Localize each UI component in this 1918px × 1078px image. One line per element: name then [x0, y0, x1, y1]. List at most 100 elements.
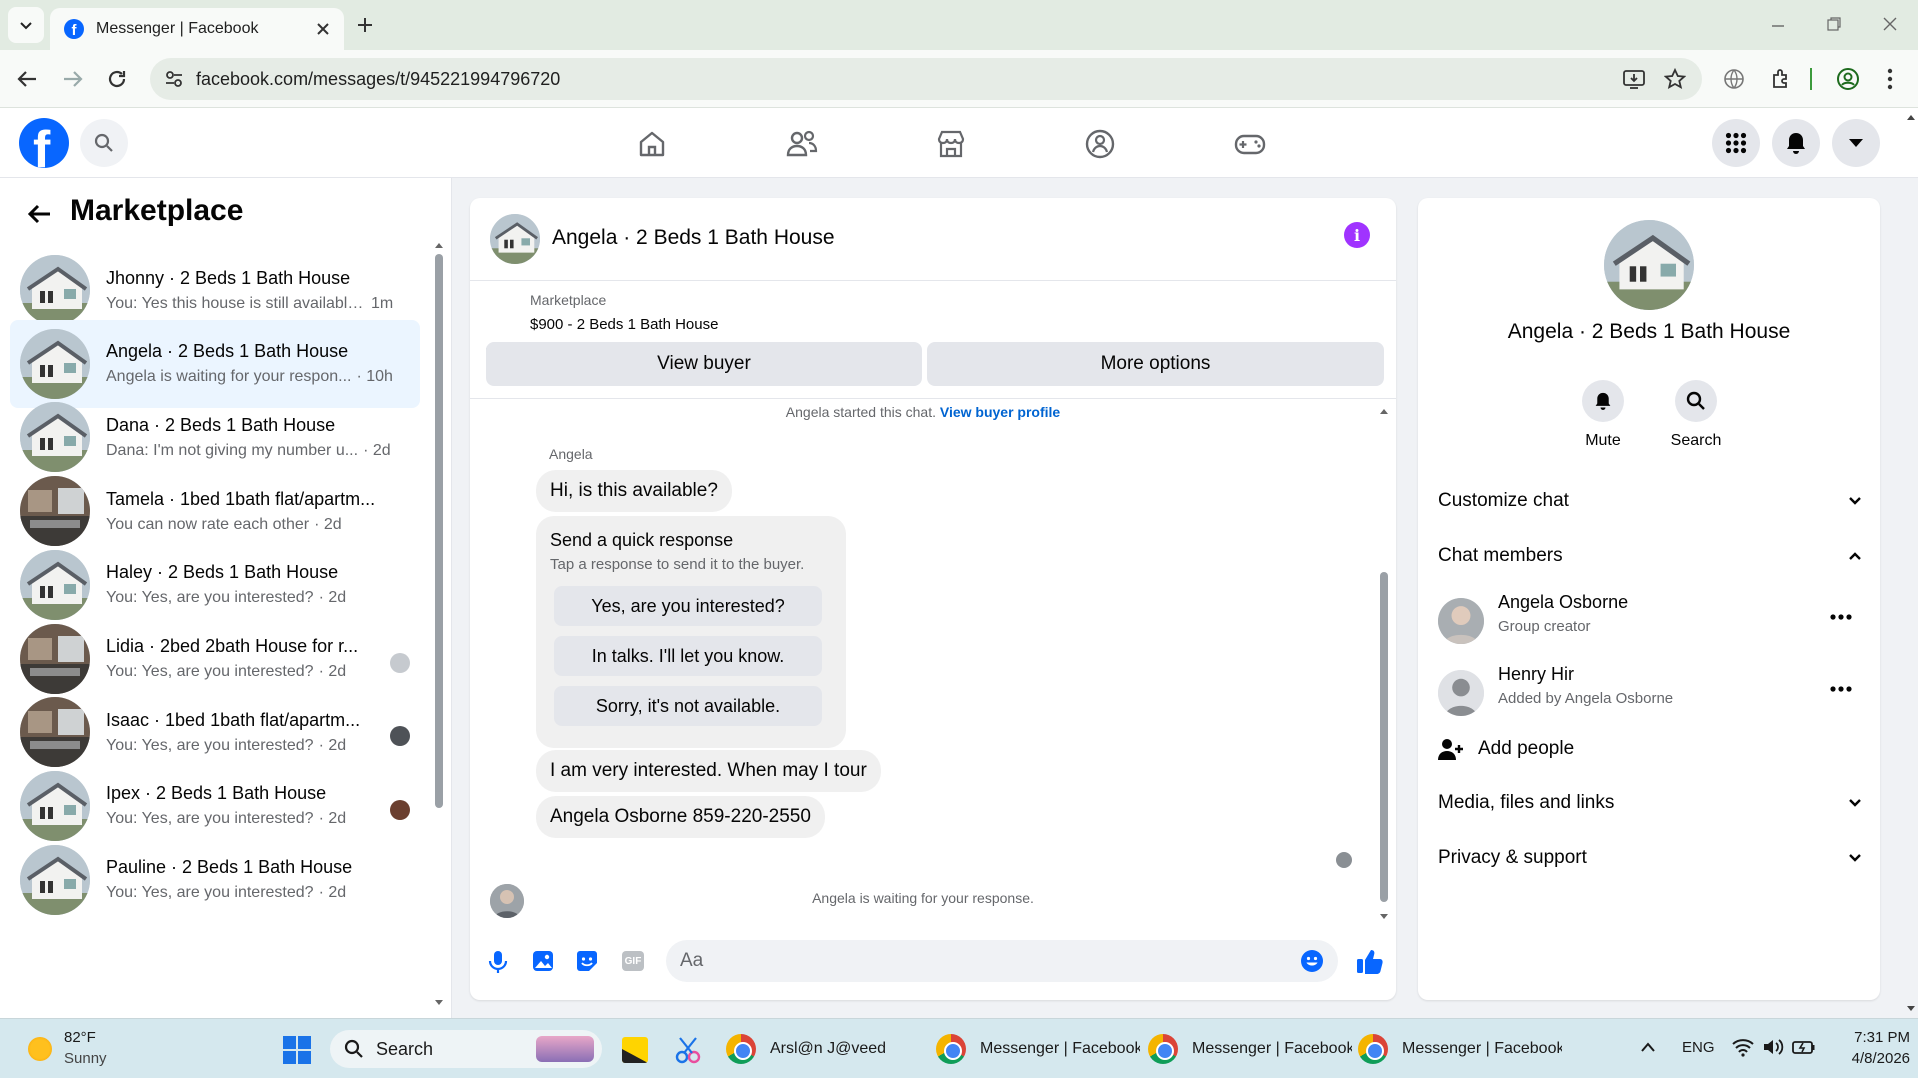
sun-weather-icon[interactable] [28, 1037, 52, 1061]
account-button[interactable] [1832, 119, 1880, 167]
listing-photo-icon [20, 402, 90, 473]
conversation-avatar[interactable] [20, 328, 90, 399]
globe-icon[interactable] [1723, 68, 1745, 90]
forward-arrow-icon[interactable] [62, 69, 84, 89]
taskbar-app-chrome-3[interactable]: Messenger | Facebook [1148, 1029, 1352, 1069]
member-avatar[interactable] [1438, 598, 1484, 644]
url-bar[interactable]: facebook.com/messages/t/945221994796720 [150, 58, 1702, 100]
windows-start-icon[interactable] [282, 1035, 312, 1065]
customize-chat-section[interactable]: Customize chat [1438, 490, 1862, 512]
gaming-icon[interactable] [1233, 128, 1267, 160]
taskbar-app-label: Messenger | Facebook [1192, 1040, 1352, 1057]
chat-header-avatar[interactable] [490, 214, 540, 264]
message-bubble[interactable]: I am very interested. When may I tour [536, 750, 881, 792]
sticky-notes-icon[interactable] [622, 1037, 648, 1063]
quick-reply-talks-button[interactable]: In talks. I'll let you know. [554, 636, 822, 676]
member-row[interactable]: Henry Hir Added by Angela Osborne [1438, 664, 1862, 720]
info-avatar[interactable] [1604, 220, 1694, 310]
notifications-button[interactable] [1772, 119, 1820, 167]
member-avatar[interactable] [1438, 670, 1484, 716]
page-scrollbar[interactable] [1904, 110, 1918, 1018]
mute-circle[interactable] [1582, 380, 1624, 422]
window-close-icon[interactable] [1882, 16, 1898, 32]
message-input[interactable]: Aa [666, 940, 1338, 982]
view-buyer-button[interactable]: View buyer [486, 342, 922, 386]
conversation-avatar[interactable] [20, 476, 90, 547]
scrollbar-thumb[interactable] [1380, 572, 1388, 902]
quick-reply-yes-button[interactable]: Yes, are you interested? [554, 586, 822, 626]
emoji-icon[interactable] [1300, 949, 1324, 973]
clock-time[interactable]: 7:31 PM [1834, 1029, 1910, 1046]
taskbar-search[interactable]: Search [330, 1030, 602, 1068]
new-tab-icon[interactable] [356, 16, 374, 34]
tab-search-button[interactable] [8, 7, 44, 43]
browser-tab-bar: f Messenger | Facebook [0, 0, 1918, 50]
conversation-item[interactable]: Pauline · 2 Beds 1 Bath House You: Yes, a… [10, 836, 420, 924]
mute-button[interactable]: Mute [1580, 380, 1626, 450]
weather-temp[interactable]: 82°F [64, 1029, 96, 1046]
member-row[interactable]: Angela Osborne Group creator [1438, 592, 1862, 648]
add-people-label: Add people [1478, 738, 1575, 759]
quick-reply-unavailable-button[interactable]: Sorry, it's not available. [554, 686, 822, 726]
conversation-avatar[interactable] [20, 844, 90, 915]
conversation-name: Angela · 2 Beds 1 Bath House [106, 341, 349, 362]
restore-icon[interactable] [1826, 16, 1842, 32]
minimize-icon[interactable] [1770, 18, 1786, 34]
conversation-avatar[interactable] [20, 255, 90, 325]
taskbar-app-chrome-2[interactable]: Messenger | Facebook [936, 1029, 1140, 1069]
profile-icon[interactable] [1836, 67, 1860, 91]
media-files-section[interactable]: Media, files and links [1438, 792, 1862, 814]
search-circle[interactable] [1675, 380, 1717, 422]
back-arrow-icon[interactable] [26, 203, 52, 225]
facebook-logo-icon[interactable]: f [19, 118, 69, 168]
language-indicator[interactable]: ENG [1682, 1039, 1715, 1056]
browser-tab[interactable]: f Messenger | Facebook [50, 8, 344, 50]
conversation-avatar[interactable] [20, 402, 90, 473]
site-settings-icon[interactable] [164, 69, 184, 89]
groups-icon[interactable] [1084, 128, 1116, 160]
taskbar-app-chrome-1[interactable]: Arsl@n J@veed FB Mi [726, 1029, 890, 1069]
close-icon[interactable] [316, 22, 330, 36]
more-dots-icon[interactable] [1830, 686, 1852, 692]
back-arrow-icon[interactable] [16, 69, 38, 89]
conversation-avatar[interactable] [20, 770, 90, 841]
chat-scrollbar[interactable] [1378, 406, 1390, 922]
listing-price[interactable]: $900 - 2 Beds 1 Bath House [530, 316, 718, 333]
menu-button[interactable] [1712, 119, 1760, 167]
info-icon[interactable]: i [1344, 222, 1370, 248]
marketplace-icon[interactable] [935, 128, 967, 160]
microphone-icon[interactable] [488, 950, 508, 974]
like-thumb-icon[interactable] [1356, 948, 1384, 974]
battery-icon[interactable] [1792, 1037, 1816, 1057]
menu-dots-icon[interactable] [1886, 67, 1894, 91]
conversation-avatar[interactable] [20, 697, 90, 768]
more-dots-icon[interactable] [1830, 614, 1852, 620]
home-icon[interactable] [636, 128, 668, 160]
install-app-icon[interactable] [1622, 68, 1646, 90]
snipping-tool-icon[interactable] [674, 1035, 704, 1065]
more-options-button[interactable]: More options [927, 342, 1384, 386]
sticker-icon[interactable] [576, 950, 598, 972]
chat-members-section[interactable]: Chat members [1438, 545, 1862, 567]
gif-icon[interactable]: GIF [622, 951, 644, 971]
conversation-avatar[interactable] [20, 549, 90, 620]
extensions-icon[interactable] [1770, 67, 1794, 91]
friends-icon[interactable] [785, 128, 819, 160]
scrollbar-thumb[interactable] [435, 254, 443, 808]
search-chat-button[interactable]: Search [1668, 380, 1724, 450]
photo-icon[interactable] [532, 950, 554, 972]
message-bubble[interactable]: Angela Osborne 859-220-2550 [536, 796, 825, 838]
reload-icon[interactable] [106, 68, 128, 90]
message-bubble[interactable]: Hi, is this available? [536, 470, 732, 512]
taskbar-app-chrome-4[interactable]: Messenger | Facebook [1358, 1029, 1562, 1069]
add-people-button[interactable]: Add people [1438, 734, 1574, 764]
conversation-avatar[interactable] [20, 623, 90, 694]
privacy-support-section[interactable]: Privacy & support [1438, 847, 1862, 869]
sidebar-scrollbar[interactable] [434, 240, 444, 1010]
volume-icon[interactable] [1762, 1037, 1784, 1057]
view-buyer-profile-link[interactable]: View buyer profile [940, 404, 1060, 420]
chevron-up-icon[interactable] [1640, 1041, 1656, 1053]
wifi-icon[interactable] [1732, 1037, 1754, 1057]
search-button[interactable] [80, 119, 128, 167]
bookmark-star-icon[interactable] [1664, 68, 1686, 90]
